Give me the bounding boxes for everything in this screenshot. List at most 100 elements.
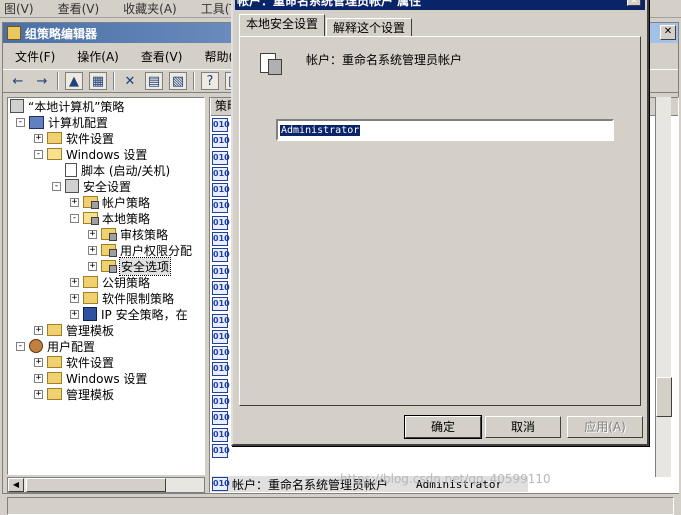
tree-item-local-policies[interactable]: - 本地策略 <box>70 210 150 226</box>
policy-item-icon[interactable]: 010 <box>212 150 230 165</box>
expand-toggle-icon[interactable]: + <box>34 325 43 335</box>
tab-explain-setting[interactable]: 解释这个设置 <box>326 18 413 36</box>
tree-item-root[interactable]: “本地计算机”策略 <box>10 98 124 114</box>
show-tree-icon[interactable]: ▦ <box>89 72 107 90</box>
user-icon <box>29 339 43 353</box>
menu-action[interactable]: 操作(A) <box>77 48 119 65</box>
menu-view[interactable]: 查看(V) <box>58 0 100 17</box>
policy-item-icon: 010 <box>212 477 230 491</box>
policy-item-icon[interactable]: 010 <box>212 134 230 149</box>
tab-page-local-setting: 帐户：重命名系统管理员帐户 Administrator <box>239 36 641 406</box>
forward-arrow-icon[interactable]: → <box>33 72 51 90</box>
policy-item-icon[interactable]: 010 <box>212 280 230 295</box>
collapse-toggle-icon[interactable]: - <box>16 117 25 127</box>
expand-toggle-icon[interactable]: + <box>70 293 79 303</box>
back-arrow-icon[interactable]: ← <box>9 72 27 90</box>
tree-item-admin-templates[interactable]: + 管理模板 <box>34 322 114 338</box>
policy-item-icon[interactable]: 010 <box>212 378 230 393</box>
folder-icon <box>47 324 62 336</box>
tree-item-computer-config[interactable]: - 计算机配置 <box>16 114 108 130</box>
export-list-icon[interactable]: ▧ <box>169 72 187 90</box>
policy-item-icon[interactable]: 010 <box>212 443 230 458</box>
expand-toggle-icon[interactable]: + <box>34 373 43 383</box>
policy-item-icon[interactable]: 010 <box>212 297 230 312</box>
expand-toggle-icon[interactable]: + <box>88 261 97 271</box>
ok-button[interactable]: 确定 <box>404 415 482 439</box>
close-icon[interactable]: ✕ <box>660 25 676 40</box>
tree-pane[interactable]: “本地计算机”策略 - 计算机配置 + 软件设置 - Windows 设置 脚本… <box>7 97 205 475</box>
menu-favorites[interactable]: 收藏夹(A) <box>123 0 177 17</box>
list-vertical-scrollbar[interactable] <box>655 97 672 477</box>
ip-security-icon <box>83 307 97 321</box>
up-folder-icon[interactable]: ▲ <box>65 72 83 90</box>
policy-item-icon[interactable]: 010 <box>212 215 230 230</box>
tree-item-windows-settings[interactable]: - Windows 设置 <box>34 146 147 162</box>
expand-toggle-icon[interactable]: + <box>70 197 79 207</box>
account-name-value: Administrator <box>280 124 361 136</box>
policy-item-icon[interactable]: 010 <box>212 346 230 361</box>
expand-toggle-icon[interactable]: + <box>70 277 79 287</box>
status-bar <box>7 497 674 515</box>
policy-item-icon[interactable]: 010 <box>212 183 230 198</box>
tree-item-audit-policy[interactable]: + 审核策略 <box>88 226 168 242</box>
menu-file[interactable]: 文件(F) <box>15 48 55 65</box>
toolbar-separator <box>193 72 195 90</box>
tree-item-public-key[interactable]: + 公钥策略 <box>70 274 150 290</box>
collapse-toggle-icon[interactable]: - <box>52 181 61 191</box>
watermark: https://blog.csdn.net/qq_40599110 <box>340 472 551 486</box>
tree-item-software-settings[interactable]: + 软件设置 <box>34 130 114 146</box>
expand-toggle-icon[interactable]: + <box>34 357 43 367</box>
properties-icon[interactable]: ▤ <box>145 72 163 90</box>
policy-item-icon[interactable]: 010 <box>212 411 230 426</box>
tab-local-security-setting[interactable]: 本地安全设置 <box>239 14 326 36</box>
expand-toggle-icon[interactable]: + <box>70 309 79 319</box>
tree-item-user-windows-settings[interactable]: + Windows 设置 <box>34 370 147 386</box>
tree-item-account-policies[interactable]: + 帐户策略 <box>70 194 150 210</box>
expand-toggle-icon[interactable]: + <box>88 245 97 255</box>
help-icon[interactable]: ? <box>201 72 219 90</box>
properties-dialog: 帐户：重命名系统管理员帐户 属性 ✕ 本地安全设置 解释这个设置 帐户：重命名系… <box>231 0 649 446</box>
tree-item-security-options[interactable]: + 安全选项 <box>88 256 172 276</box>
policy-item-icon[interactable]: 010 <box>212 199 230 214</box>
policy-item-icon[interactable]: 010 <box>212 395 230 410</box>
tree-horizontal-scrollbar[interactable]: ◀ <box>7 477 205 493</box>
tree-item-security-settings[interactable]: - 安全设置 <box>52 178 131 194</box>
collapse-toggle-icon[interactable]: - <box>16 341 25 351</box>
policy-item-icon[interactable]: 010 <box>212 313 230 328</box>
tree-item-ip-security[interactable]: + IP 安全策略，在 <box>70 306 188 322</box>
script-doc-icon <box>65 163 77 177</box>
policy-item-icon[interactable]: 010 <box>212 118 230 132</box>
policy-item-icon[interactable]: 010 <box>212 232 230 247</box>
close-icon[interactable]: ✕ <box>627 0 641 6</box>
scroll-thumb[interactable] <box>656 377 672 417</box>
scroll-left-icon[interactable]: ◀ <box>8 478 24 492</box>
scroll-thumb[interactable] <box>26 478 166 492</box>
tree-item-scripts[interactable]: 脚本 (启动/关机) <box>52 162 170 178</box>
policy-item-icon[interactable]: 010 <box>212 248 230 263</box>
tree-item-user-admin-templates[interactable]: + 管理模板 <box>34 386 114 402</box>
security-settings-icon <box>65 179 79 193</box>
tree-item-software-restriction[interactable]: + 软件限制策略 <box>70 290 174 306</box>
no-toggle <box>52 166 61 175</box>
expand-toggle-icon[interactable]: + <box>34 389 43 399</box>
policy-item-icon[interactable]: 010 <box>212 329 230 344</box>
menu-view[interactable]: 查看(V) <box>141 48 183 65</box>
expand-toggle-icon[interactable]: + <box>34 133 43 143</box>
collapse-toggle-icon[interactable]: - <box>70 213 79 223</box>
apply-button[interactable]: 应用(A) <box>567 416 643 438</box>
tree-item-user-rights[interactable]: + 用户权限分配 <box>88 242 192 258</box>
menu-view-partial[interactable]: 图(V) <box>4 0 34 17</box>
folder-icon <box>47 372 62 384</box>
policy-item-icon[interactable]: 010 <box>212 264 230 279</box>
tree-item-user-config[interactable]: - 用户配置 <box>16 338 95 354</box>
policy-doc-icon <box>10 99 24 113</box>
policy-item-icon[interactable]: 010 <box>212 427 230 442</box>
expand-toggle-icon[interactable]: + <box>88 229 97 239</box>
account-name-input[interactable]: Administrator <box>276 119 614 141</box>
policy-item-icon[interactable]: 010 <box>212 166 230 181</box>
policy-item-icon[interactable]: 010 <box>212 362 230 377</box>
delete-icon[interactable]: ✕ <box>121 72 139 90</box>
collapse-toggle-icon[interactable]: - <box>34 149 43 159</box>
tree-item-user-software-settings[interactable]: + 软件设置 <box>34 354 114 370</box>
cancel-button[interactable]: 取消 <box>485 416 561 438</box>
